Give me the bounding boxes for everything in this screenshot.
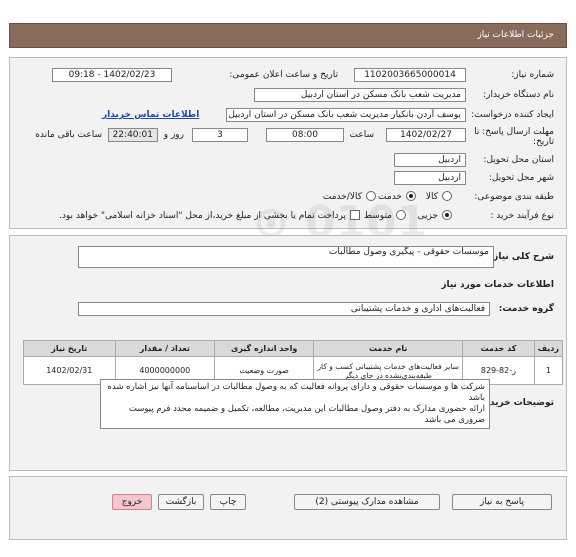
process-minor-label: جزیی — [417, 211, 438, 221]
view-attachments-button[interactable]: مشاهده مدارک پیوستی (2) — [294, 494, 440, 510]
actions-panel: پاسخ به نیاز مشاهده مدارک پیوستی (2) چاپ… — [9, 476, 567, 540]
need-info-panel: ⊙ 0101٠١٠١ شماره نیاز: 1102003665000014 … — [9, 57, 567, 308]
buyer-contact-link[interactable]: اطلاعات تماس خریدار — [102, 110, 199, 120]
city-field: اردبیل — [394, 171, 466, 185]
service-group-label: گروه خدمت: — [498, 304, 554, 314]
process-medium-radio[interactable] — [396, 210, 406, 220]
treasury-payment-checkbox[interactable] — [350, 210, 360, 220]
buyer-field: مدیریت شعب بانک مسکن در استان اردبیل — [254, 88, 466, 102]
deadline-label: مهلت ارسال پاسخ: تا تاریخ: — [474, 127, 554, 147]
deadline-time-field: 08:00 — [266, 128, 344, 142]
col-code: کد خدمت — [462, 340, 535, 357]
print-button[interactable]: چاپ — [210, 494, 246, 510]
creator-field: یوسف آردن بانکیار مدیریت شعب بانک مسکن د… — [226, 108, 466, 122]
process-label: نوع فرآیند خرید : — [490, 211, 554, 221]
process-medium-label: متوسط — [363, 211, 392, 221]
col-unit: واحد اندازه گیری — [214, 340, 315, 357]
reply-button[interactable]: پاسخ به نیاز — [452, 494, 552, 510]
services-section-title: اطلاعات خدمات مورد نیاز — [441, 280, 554, 290]
treasury-payment-note: پرداخت تمام یا بخشی از مبلغ خرید،از محل … — [58, 211, 346, 221]
announce-label: تاریخ و ساعت اعلان عمومی: — [229, 70, 338, 80]
category-goods-label: کالا — [425, 192, 438, 202]
remaining-time-field: 22:40:01 — [108, 128, 158, 142]
col-date: تاریخ نیاز — [23, 340, 116, 357]
deadline-time-label: ساعت — [349, 130, 375, 140]
buyer-label: نام دستگاه خریدار: — [483, 90, 554, 100]
category-mixed-radio[interactable] — [366, 191, 376, 201]
buyer-notes-field: شرکت ها و موسسات حقوقی و دارای پروانه فع… — [100, 379, 490, 429]
page-title: جزئیات اطلاعات نیاز — [477, 30, 554, 40]
category-mixed-label: کالا/خدمت — [322, 192, 362, 202]
announce-field: 1402/02/23 - 09:18 — [52, 68, 172, 82]
service-group-field: فعالیت‌های اداری و خدمات پشتیبانی — [78, 302, 490, 316]
summary-field: موسسات حقوقی - پیگیری وصول مطالبات — [78, 246, 494, 268]
category-service-label: خدمت — [378, 192, 402, 202]
cell-row: 1 — [533, 356, 564, 385]
col-quantity: تعداد / مقدار — [114, 340, 216, 357]
category-service-radio[interactable] — [406, 191, 416, 201]
days-field: 3 — [192, 128, 248, 142]
remaining-label: ساعت باقی مانده — [35, 130, 102, 140]
back-button[interactable]: بازگشت — [158, 494, 204, 510]
exit-button[interactable]: خروج — [112, 494, 152, 510]
city-label: شهر محل تحویل: — [488, 173, 554, 183]
province-label: استان محل تحویل: — [483, 155, 554, 165]
page-header: جزئیات اطلاعات نیاز — [9, 23, 567, 48]
col-name: نام خدمت — [313, 340, 464, 357]
need-details-panel: شرح کلی نیاز: موسسات حقوقی - پیگیری وصول… — [9, 235, 567, 471]
col-row: ردیف — [533, 340, 564, 357]
table-header-row: ردیف کد خدمت نام خدمت واحد اندازه گیری ت… — [23, 340, 564, 357]
need-number-field: 1102003665000014 — [354, 68, 466, 82]
days-label: روز و — [163, 130, 184, 140]
deadline-date-field: 1402/02/27 — [386, 128, 466, 142]
category-goods-radio[interactable] — [442, 191, 452, 201]
process-minor-radio[interactable] — [442, 210, 452, 220]
creator-label: ایجاد کننده درخواست: — [471, 110, 554, 120]
need-number-label: شماره نیاز: — [511, 70, 554, 80]
summary-label: شرح کلی نیاز: — [489, 252, 554, 262]
category-label: طبقه بندی موضوعی: — [474, 192, 554, 202]
province-field: اردبیل — [394, 153, 466, 167]
